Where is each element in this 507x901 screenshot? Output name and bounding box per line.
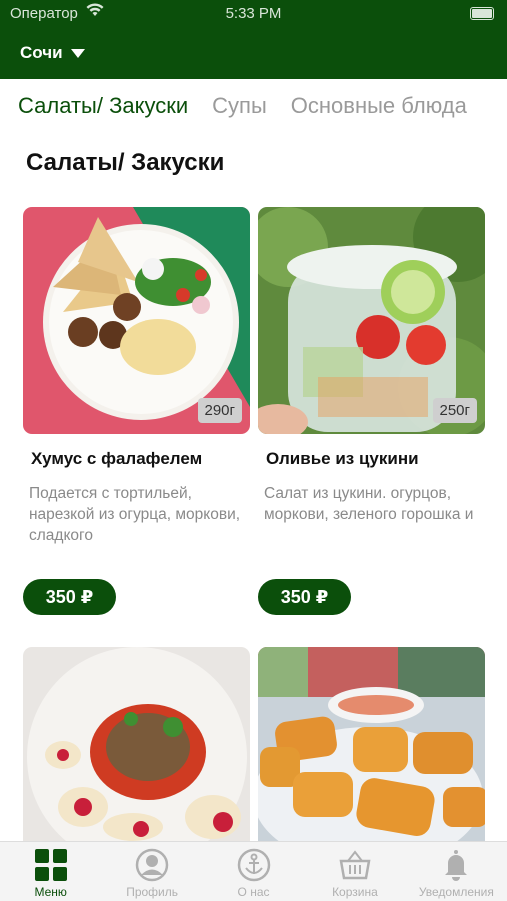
tab-salads[interactable]: Салаты/ Закуски — [18, 93, 188, 123]
section-title: Салаты/ Закуски — [26, 149, 225, 176]
nav-profile[interactable]: Профиль — [101, 842, 202, 901]
product-card[interactable]: 250г Оливье из цукини Салат из цукини. о… — [258, 207, 485, 617]
bottom-nav: Меню Профиль О нас Корзина Уведомления — [0, 841, 507, 901]
nav-about-label: О нас — [237, 885, 270, 899]
nav-notifications[interactable]: Уведомления — [406, 842, 507, 901]
nav-menu-label: Меню — [34, 885, 67, 899]
product-image — [23, 647, 250, 841]
product-name: Хумус с фалафелем — [31, 449, 203, 468]
product-image — [258, 647, 485, 841]
status-bar: Оператор 5:33 PM — [0, 3, 507, 25]
nav-cart[interactable]: Корзина — [304, 842, 405, 901]
nav-menu[interactable]: Меню — [0, 842, 101, 901]
anchor-icon — [237, 848, 270, 882]
nav-notifications-label: Уведомления — [418, 885, 494, 899]
category-tabs: Салаты/ Закуски Супы Основные блюда — [18, 93, 467, 123]
tab-soups[interactable]: Супы — [212, 93, 267, 123]
weight-badge: 290г — [197, 398, 242, 423]
profile-icon — [135, 848, 169, 882]
city-selector[interactable]: Сочи — [20, 43, 85, 63]
basket-icon — [339, 850, 371, 880]
bell-icon — [445, 850, 468, 881]
product-card[interactable] — [23, 647, 250, 841]
product-description: Салат из цукини. огурцов, моркови, зелен… — [264, 485, 474, 523]
product-card[interactable] — [258, 647, 485, 841]
nav-about[interactable]: О нас — [203, 842, 304, 901]
clock: 5:33 PM — [225, 5, 282, 22]
product-name: Оливье из цукини — [266, 449, 419, 468]
weight-badge: 250г — [432, 398, 477, 423]
battery-icon — [470, 7, 494, 20]
city-label: Сочи — [20, 43, 63, 62]
nav-cart-label: Корзина — [332, 885, 378, 899]
price-button[interactable]: 350 ₽ — [23, 579, 116, 615]
grid-icon — [34, 849, 67, 881]
tab-main-dishes[interactable]: Основные блюда — [291, 93, 467, 123]
chevron-down-icon — [70, 48, 85, 58]
app-header: Оператор 5:33 PM Сочи — [0, 0, 507, 79]
price-button[interactable]: 350 ₽ — [258, 579, 351, 615]
product-card[interactable]: 290г Хумус с фалафелем Подается с тортил… — [23, 207, 250, 617]
nav-profile-label: Профиль — [126, 885, 179, 899]
product-description: Подается с тортильей, нарезкой из огурца… — [29, 485, 241, 544]
